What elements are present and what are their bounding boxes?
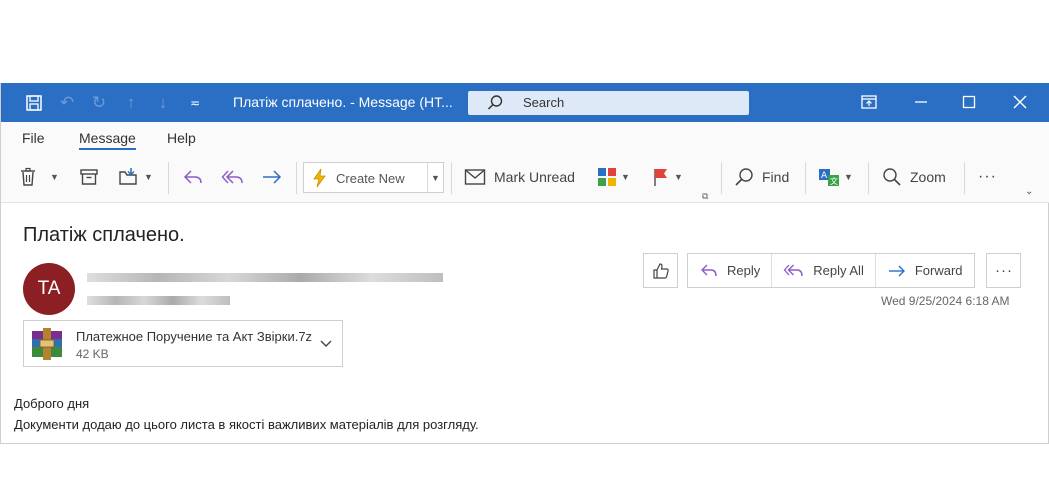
trash-icon xyxy=(21,167,35,186)
translate-button[interactable]: A文 ▼ xyxy=(818,166,853,188)
reply-button[interactable]: Reply xyxy=(688,254,773,287)
like-button[interactable] xyxy=(643,253,678,288)
reply-ribbon-button[interactable] xyxy=(182,166,204,188)
body-text: Документи додаю до цього листа в якості … xyxy=(14,417,479,432)
zoom-label: Zoom xyxy=(910,169,946,185)
ribbon-divider xyxy=(805,162,806,194)
ribbon-divider xyxy=(296,162,297,194)
more-actions-button[interactable]: ··· xyxy=(986,253,1021,288)
find-label: Find xyxy=(762,169,790,185)
attachment-card[interactable]: Платежное Поручение та Акт Звірки.7z 42 … xyxy=(23,320,343,367)
ribbon-divider xyxy=(964,162,965,194)
search-box[interactable]: Search xyxy=(468,91,749,115)
ribbon-divider xyxy=(168,162,169,194)
message-subject: Платіж сплачено. xyxy=(23,224,185,246)
follow-up-button[interactable]: ▼ xyxy=(652,166,683,188)
chevron-down-icon[interactable]: ▼ xyxy=(427,163,443,192)
outlook-message-window: ↶ ↻ ↑ ↓ ≂ Платіж сплачено. - Message (HT… xyxy=(0,83,1049,444)
reply-all-button[interactable]: Reply All xyxy=(772,254,876,287)
mark-unread-button[interactable]: Mark Unread xyxy=(464,166,575,188)
forward-icon xyxy=(263,170,282,184)
search-icon xyxy=(487,95,503,110)
undo-icon[interactable]: ↶ xyxy=(56,92,78,114)
archive-icon xyxy=(80,169,98,185)
redo-icon[interactable]: ↻ xyxy=(88,92,110,114)
dialog-launcher-icon[interactable]: ⧉ xyxy=(702,185,708,207)
translate-icon: A文 xyxy=(819,169,839,186)
ribbon-divider xyxy=(721,162,722,194)
close-icon[interactable] xyxy=(1008,91,1032,113)
quick-steps-create-new[interactable]: Create New ▼ xyxy=(303,162,444,193)
flag-icon xyxy=(654,169,667,186)
attachment-name: Платежное Поручение та Акт Звірки.7z xyxy=(76,329,313,344)
move-button[interactable]: ▼ xyxy=(118,166,153,188)
ribbon-divider xyxy=(868,162,869,194)
menu-help[interactable]: Help xyxy=(167,130,196,146)
customize-toolbar-icon[interactable]: ≂ xyxy=(184,92,206,114)
minimize-icon[interactable] xyxy=(909,91,933,113)
more-actions-label: ··· xyxy=(995,262,1013,279)
archive-button[interactable] xyxy=(79,166,99,188)
zoom-icon xyxy=(883,168,901,186)
more-commands-button[interactable]: ··· xyxy=(978,166,997,188)
lightning-icon xyxy=(313,168,326,188)
title-bar: ↶ ↻ ↑ ↓ ≂ Платіж сплачено. - Message (HT… xyxy=(1,83,1049,122)
chevron-down-icon[interactable]: ▼ xyxy=(621,172,630,182)
body-greeting: Доброго дня xyxy=(14,396,90,411)
save-icon[interactable] xyxy=(23,92,45,114)
mark-unread-label: Mark Unread xyxy=(494,169,575,185)
forward-icon xyxy=(888,265,905,276)
forward-label: Forward xyxy=(914,263,963,278)
avatar[interactable]: TA xyxy=(23,263,75,315)
create-new-label: Create New xyxy=(336,171,405,186)
next-item-icon[interactable]: ↓ xyxy=(152,92,174,114)
menu-file[interactable]: File xyxy=(22,130,45,146)
chevron-down-icon[interactable]: ▼ xyxy=(844,172,853,182)
delete-button[interactable]: ▼ xyxy=(18,166,59,188)
previous-item-icon[interactable]: ↑ xyxy=(120,92,142,114)
ribbon-toolbar: ▼ ▼ Create New ▼ Mark Unread ▼ ▼ ⧉ Find … xyxy=(1,153,1049,203)
thumbs-up-icon xyxy=(653,262,669,279)
menu-bar: File Message Help xyxy=(1,122,1049,153)
reply-icon xyxy=(183,170,202,184)
redacted-recipients xyxy=(87,296,230,305)
chevron-down-icon[interactable]: ▼ xyxy=(144,172,153,182)
archive-file-icon xyxy=(32,328,62,360)
search-placeholder: Search xyxy=(523,95,565,110)
reply-actions-group: Reply Reply All Forward xyxy=(687,253,975,288)
attachment-size: 42 KB xyxy=(76,347,109,361)
chevron-down-icon[interactable]: ▼ xyxy=(674,172,683,182)
reply-icon xyxy=(701,264,717,276)
forward-button[interactable]: Forward xyxy=(876,254,974,287)
envelope-icon xyxy=(464,169,486,185)
forward-ribbon-button[interactable] xyxy=(261,166,283,188)
redacted-sender-name xyxy=(87,273,443,282)
menu-message[interactable]: Message xyxy=(79,130,136,150)
svg-text:A: A xyxy=(821,171,828,181)
like-button-inner xyxy=(644,254,686,287)
reply-label: Reply xyxy=(727,263,761,278)
chevron-down-icon[interactable]: ⌄ xyxy=(1025,180,1033,202)
ribbon-display-options-icon[interactable] xyxy=(857,91,881,113)
move-to-folder-icon xyxy=(119,168,137,185)
reply-all-icon xyxy=(221,170,243,184)
categorize-icon xyxy=(598,168,616,186)
received-date: Wed 9/25/2024 6:18 AM xyxy=(881,294,1010,308)
find-button[interactable]: Find xyxy=(734,166,789,188)
reply-all-icon xyxy=(783,264,803,276)
ribbon-divider xyxy=(451,162,452,194)
svg-text:文: 文 xyxy=(830,176,838,186)
window-title: Платіж сплачено. - Message (HT... xyxy=(233,94,453,110)
maximize-icon[interactable] xyxy=(957,91,981,113)
reply-all-ribbon-button[interactable] xyxy=(221,166,245,188)
reply-all-label: Reply All xyxy=(813,263,864,278)
search-icon xyxy=(735,168,753,186)
chevron-down-icon[interactable] xyxy=(318,335,334,351)
chevron-down-icon[interactable]: ▼ xyxy=(50,172,59,182)
categorize-button[interactable]: ▼ xyxy=(597,166,630,188)
zoom-button[interactable]: Zoom xyxy=(882,166,946,188)
